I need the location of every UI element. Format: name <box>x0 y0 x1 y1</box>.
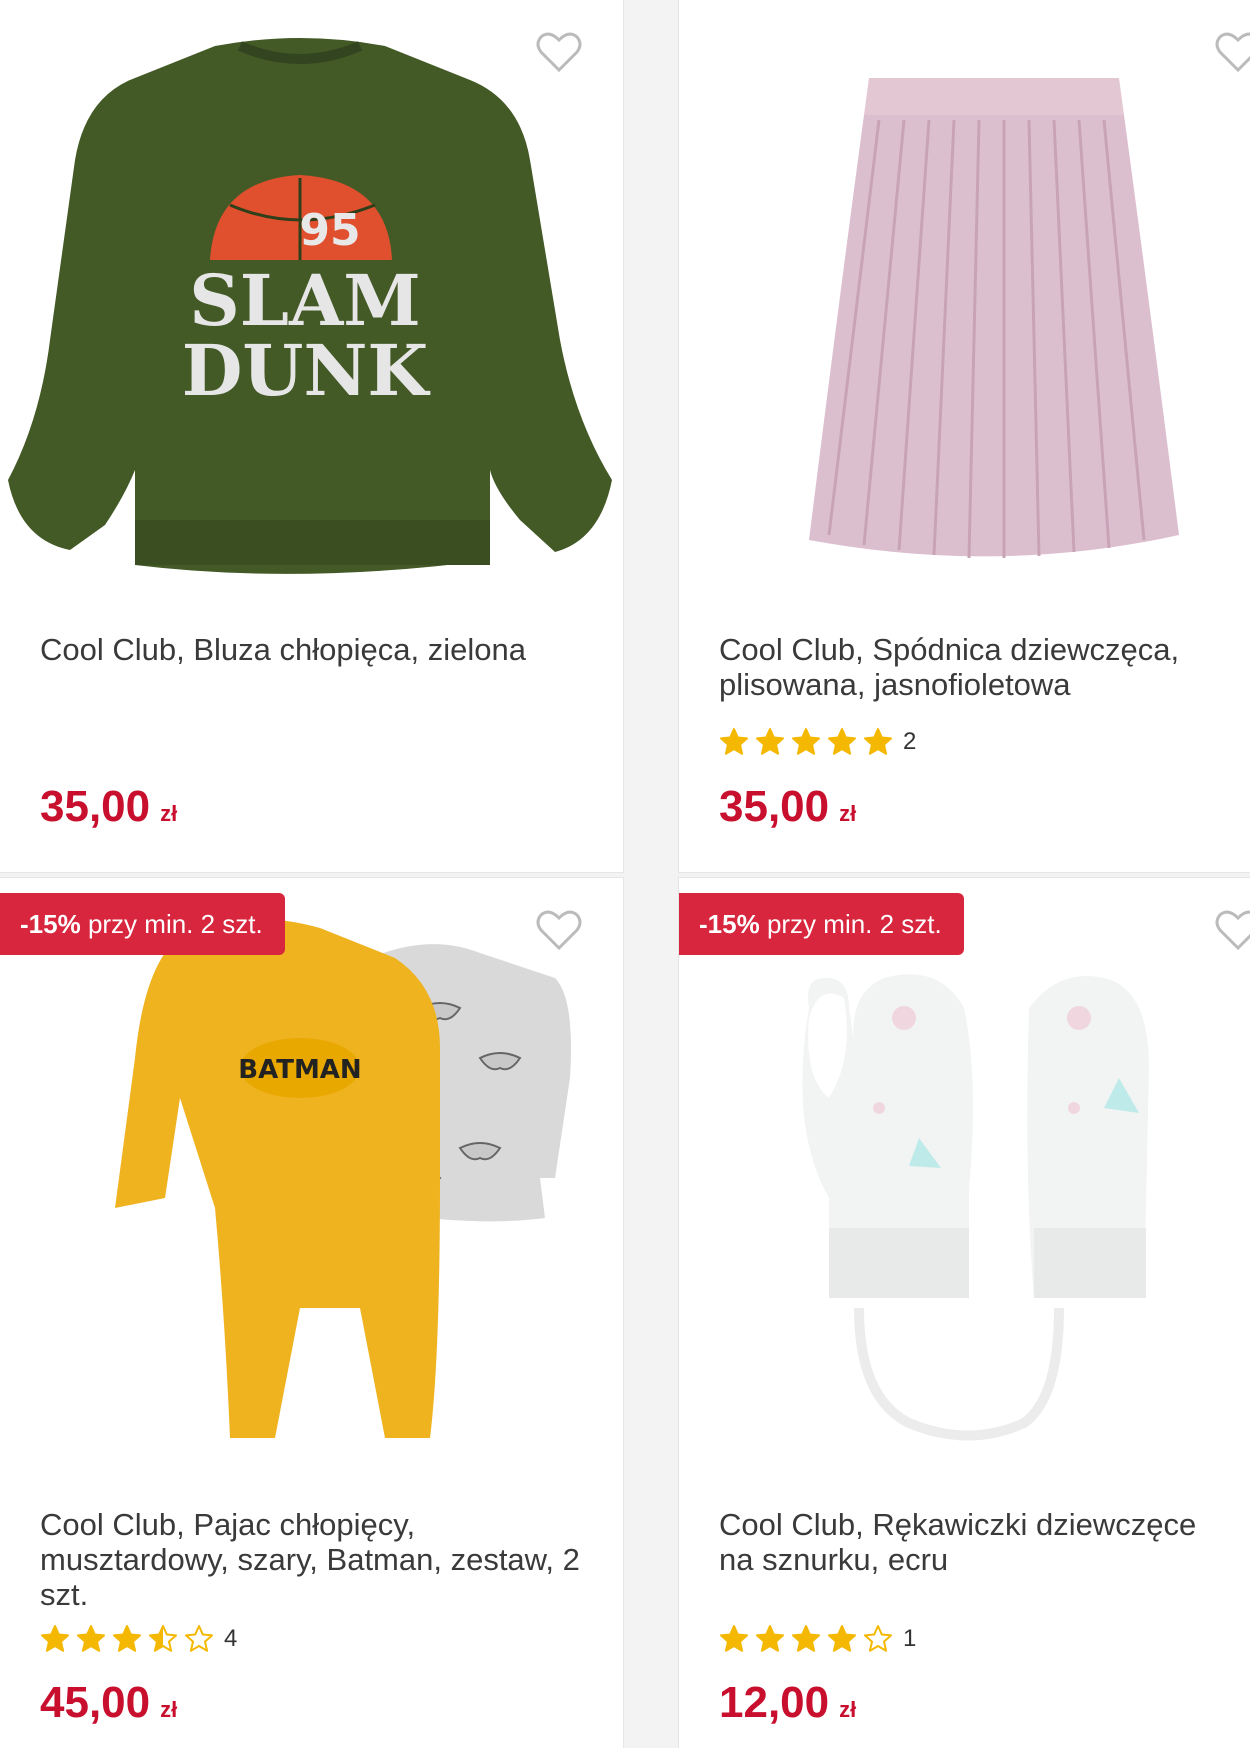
product-rating: 4 <box>40 1623 237 1655</box>
price-value: 35,00 <box>719 782 830 831</box>
star-filled-icon <box>864 728 892 755</box>
product-title[interactable]: Cool Club, Spódnica dziewczęca, plisowan… <box>719 632 1232 702</box>
badge-discount: -15% <box>20 909 81 939</box>
product-card[interactable]: Cool Club, Spódnica dziewczęca, plisowan… <box>678 0 1250 873</box>
product-image[interactable]: BATMAN <box>0 878 623 1478</box>
skirt-image <box>809 78 1179 559</box>
product-title[interactable]: Cool Club, Bluza chłopięca, zielona <box>40 632 605 667</box>
star-outline-icon <box>185 1625 213 1652</box>
star-filled-icon <box>720 1625 748 1652</box>
product-price: 35,00 zł <box>40 782 177 832</box>
product-price: 12,00 zł <box>719 1678 856 1728</box>
star-filled-icon <box>720 728 748 755</box>
product-card[interactable]: 95 SLAM DUNK Cool Club, Bluza chłopięca,… <box>0 0 624 873</box>
product-card[interactable]: BATMAN -15% przy min. 2 szt. Cool Club, … <box>0 877 624 1748</box>
price-currency: zł <box>160 801 178 826</box>
star-filled-icon <box>756 728 784 755</box>
sweatshirt-image: 95 SLAM DUNK <box>8 38 612 574</box>
price-value: 12,00 <box>719 1678 830 1727</box>
product-card[interactable]: -15% przy min. 2 szt. Cool Club, Rękawic… <box>678 877 1250 1748</box>
wishlist-heart-icon[interactable] <box>1214 908 1250 952</box>
product-title[interactable]: Cool Club, Pajac chłopięcy, musztardowy,… <box>40 1507 605 1612</box>
price-value: 35,00 <box>40 782 151 831</box>
badge-text: przy min. 2 szt. <box>87 909 263 939</box>
rating-count: 1 <box>903 1625 917 1652</box>
product-image[interactable] <box>679 0 1250 600</box>
print-line2: DUNK <box>182 329 431 412</box>
product-image[interactable]: 95 SLAM DUNK <box>0 0 623 600</box>
star-filled-icon <box>41 1625 69 1652</box>
mittens-image <box>802 974 1149 1441</box>
star-outline-icon <box>864 1625 892 1652</box>
product-price: 45,00 zł <box>40 1678 177 1728</box>
rating-count: 2 <box>903 728 917 755</box>
price-currency: zł <box>839 1697 857 1722</box>
star-filled-icon <box>756 1625 784 1652</box>
badge-discount: -15% <box>699 909 760 939</box>
badge-text: przy min. 2 szt. <box>766 909 942 939</box>
product-image[interactable] <box>679 878 1250 1478</box>
price-value: 45,00 <box>40 1678 151 1727</box>
star-filled-icon <box>77 1625 105 1652</box>
star-filled-icon <box>828 1625 856 1652</box>
product-rating: 1 <box>719 1623 916 1655</box>
star-half-icon <box>149 1625 177 1652</box>
rating-count: 4 <box>224 1625 238 1652</box>
product-rating: 2 <box>719 726 916 758</box>
price-currency: zł <box>839 801 857 826</box>
star-filled-icon <box>113 1625 141 1652</box>
product-price: 35,00 zł <box>719 782 856 832</box>
star-filled-icon <box>828 728 856 755</box>
star-filled-icon <box>792 728 820 755</box>
product-title[interactable]: Cool Club, Rękawiczki dziewczęce na sznu… <box>719 1507 1232 1577</box>
star-filled-icon <box>792 1625 820 1652</box>
print-number: 95 <box>299 205 360 256</box>
promo-badge: -15% przy min. 2 szt. <box>0 893 285 955</box>
wishlist-heart-icon[interactable] <box>535 908 583 952</box>
wishlist-heart-icon[interactable] <box>535 30 583 74</box>
romper-set-image: BATMAN <box>115 919 571 1438</box>
price-currency: zł <box>160 1697 178 1722</box>
promo-badge: -15% przy min. 2 szt. <box>679 893 964 955</box>
print-text: BATMAN <box>238 1055 361 1085</box>
wishlist-heart-icon[interactable] <box>1214 30 1250 74</box>
